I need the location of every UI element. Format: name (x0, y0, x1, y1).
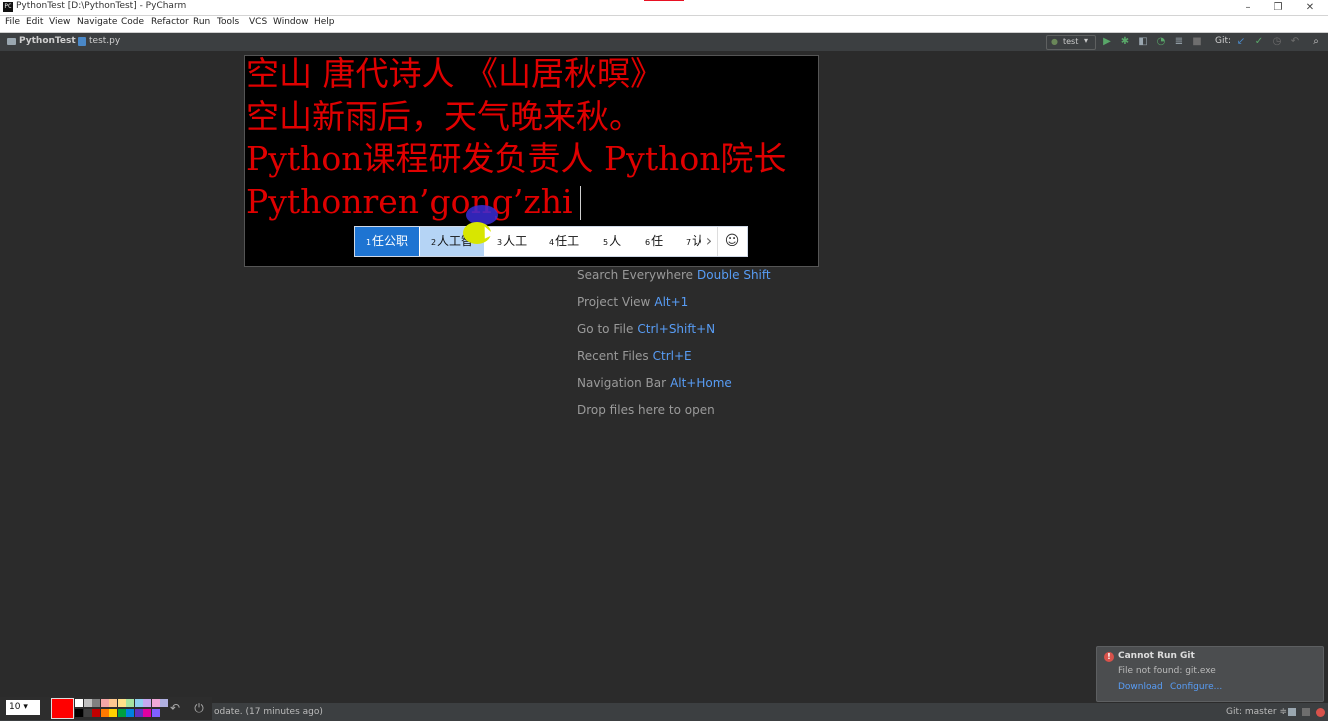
download-link[interactable]: Download (1118, 682, 1163, 692)
menu-code[interactable]: Code (121, 17, 144, 27)
git-rollback-icon[interactable]: ↶ (1289, 36, 1301, 48)
ime-candidate-4[interactable]: 4任工 (549, 227, 579, 256)
hint-project-view: Project View Alt+1 (577, 295, 689, 309)
lock-icon[interactable] (1288, 708, 1296, 716)
color-swatch[interactable] (83, 709, 92, 717)
menu-vcs[interactable]: VCS (249, 17, 267, 27)
color-swatch[interactable] (83, 699, 92, 707)
git-history-icon[interactable]: ◷ (1271, 36, 1283, 48)
pen-size-select[interactable]: 10 ▾ (6, 700, 40, 715)
editor-line-1: 空山 唐代诗人 《山居秋暝》 (246, 54, 663, 93)
undo-icon[interactable]: ↶ (168, 701, 182, 715)
hint-go-to-file: Go to File Ctrl+Shift+N (577, 322, 716, 336)
color-swatch[interactable] (100, 699, 109, 707)
ime-candidate-3[interactable]: 3人工 (497, 227, 527, 256)
color-swatch[interactable] (134, 699, 143, 707)
ime-candidate-5[interactable]: 5人 (603, 227, 621, 256)
color-swatch[interactable] (100, 709, 109, 717)
stop-icon[interactable]: ■ (1191, 36, 1203, 48)
drawing-toolbar: 10 ▾ ↶ ⏻ (0, 697, 212, 720)
window-titlebar: PC PythonTest [D:\PythonTest] - PyCharm … (0, 0, 1328, 16)
coverage-icon[interactable]: ◧ (1137, 36, 1149, 48)
menu-file[interactable]: File (5, 17, 20, 27)
color-swatch[interactable] (151, 709, 160, 717)
menu-bar: File Edit View Navigate Code Refactor Ru… (0, 16, 1328, 33)
color-swatch[interactable] (92, 709, 100, 717)
navigation-bar: PythonTest test.py ● test ▾ ▶ ✱ ◧ ◔ ≣ ■ … (0, 33, 1328, 52)
color-swatch[interactable] (109, 709, 117, 717)
event-log-icon[interactable] (1302, 708, 1310, 716)
menu-navigate[interactable]: Navigate (77, 17, 117, 27)
minimize-button[interactable]: – (1238, 0, 1258, 15)
git-branch-widget[interactable]: Git: master ≑ (1226, 707, 1287, 717)
git-commit-icon[interactable]: ✓ (1253, 36, 1265, 48)
git-error-notification: ! Cannot Run Git File not found: git.exe… (1096, 646, 1324, 702)
editor-line-2: 空山新雨后，天气晚来秋。 (246, 97, 642, 136)
close-button[interactable]: ✕ (1300, 0, 1320, 15)
build-icon[interactable]: ≣ (1173, 36, 1185, 48)
notification-title: Cannot Run Git (1118, 651, 1195, 661)
menu-edit[interactable]: Edit (26, 17, 43, 27)
hint-drop-files: Drop files here to open (577, 403, 715, 417)
color-swatch[interactable] (75, 699, 83, 707)
menu-tools[interactable]: Tools (217, 17, 239, 27)
hint-search-everywhere: Search Everywhere Double Shift (577, 268, 771, 282)
menu-window[interactable]: Window (273, 17, 309, 27)
window-title: PythonTest [D:\PythonTest] - PyCharm (16, 1, 187, 11)
search-icon[interactable]: ⌕ (1310, 36, 1322, 48)
power-icon[interactable]: ⏻ (192, 701, 206, 715)
color-swatch[interactable] (126, 709, 134, 717)
color-swatch[interactable] (143, 699, 151, 707)
python-config-icon: ● (1051, 37, 1058, 46)
editor-line-3: Python课程研发负责人 Python院长 (246, 139, 787, 178)
hint-recent-files: Recent Files Ctrl+E (577, 349, 692, 363)
color-swatch[interactable] (160, 699, 168, 707)
editor-line-4: Pythonren’gong’zhi (246, 182, 573, 221)
text-caret (580, 186, 581, 220)
configure-link[interactable]: Configure... (1170, 682, 1222, 692)
folder-icon (7, 38, 16, 45)
restore-button[interactable]: ❐ (1268, 0, 1288, 15)
hint-navigation-bar: Navigation Bar Alt+Home (577, 376, 732, 390)
breadcrumb-project[interactable]: PythonTest (19, 36, 76, 46)
menu-view[interactable]: View (49, 17, 70, 27)
pycharm-logo-icon: PC (3, 2, 13, 12)
color-swatch[interactable] (143, 709, 151, 717)
git-label: Git: (1215, 36, 1232, 46)
ime-candidate-window: 1任公职 2人工智 3人工 4任工 5人 6任 7认 › ☺ (354, 226, 748, 257)
color-swatch[interactable] (75, 709, 83, 717)
run-config-label: test (1063, 37, 1079, 46)
breadcrumb-file[interactable]: test.py (89, 36, 120, 46)
profile-icon[interactable]: ◔ (1155, 36, 1167, 48)
notification-body: File not found: git.exe (1118, 666, 1216, 676)
emoji-icon[interactable]: ☺ (722, 227, 742, 256)
ime-next-page-icon[interactable]: › (701, 227, 718, 256)
status-message: odate. (17 minutes ago) (214, 707, 323, 717)
color-swatch[interactable] (151, 699, 160, 707)
color-swatch[interactable] (126, 699, 134, 707)
color-swatch[interactable] (109, 699, 117, 707)
recording-indicator (644, 0, 684, 1)
color-swatch[interactable] (134, 709, 143, 717)
ime-candidate-7[interactable]: 7认 (686, 227, 701, 256)
color-swatch[interactable] (117, 699, 126, 707)
current-color-swatch[interactable] (51, 698, 74, 719)
menu-run[interactable]: Run (193, 17, 210, 27)
ime-candidate-6[interactable]: 6任 (645, 227, 663, 256)
color-swatch[interactable] (92, 699, 100, 707)
menu-help[interactable]: Help (314, 17, 335, 27)
error-icon: ! (1104, 652, 1114, 662)
run-icon[interactable]: ▶ (1101, 36, 1113, 48)
notification-count-icon[interactable] (1316, 708, 1325, 717)
color-swatch[interactable] (117, 709, 126, 717)
debug-icon[interactable]: ✱ (1119, 36, 1131, 48)
menu-refactor[interactable]: Refactor (151, 17, 189, 27)
run-configuration-dropdown[interactable]: ● test ▾ (1046, 35, 1096, 50)
git-update-icon[interactable]: ↙ (1235, 36, 1247, 48)
chevron-down-icon: ▾ (1084, 36, 1089, 45)
ime-candidate-1[interactable]: 1任公职 (355, 227, 419, 256)
python-file-icon (78, 37, 86, 46)
